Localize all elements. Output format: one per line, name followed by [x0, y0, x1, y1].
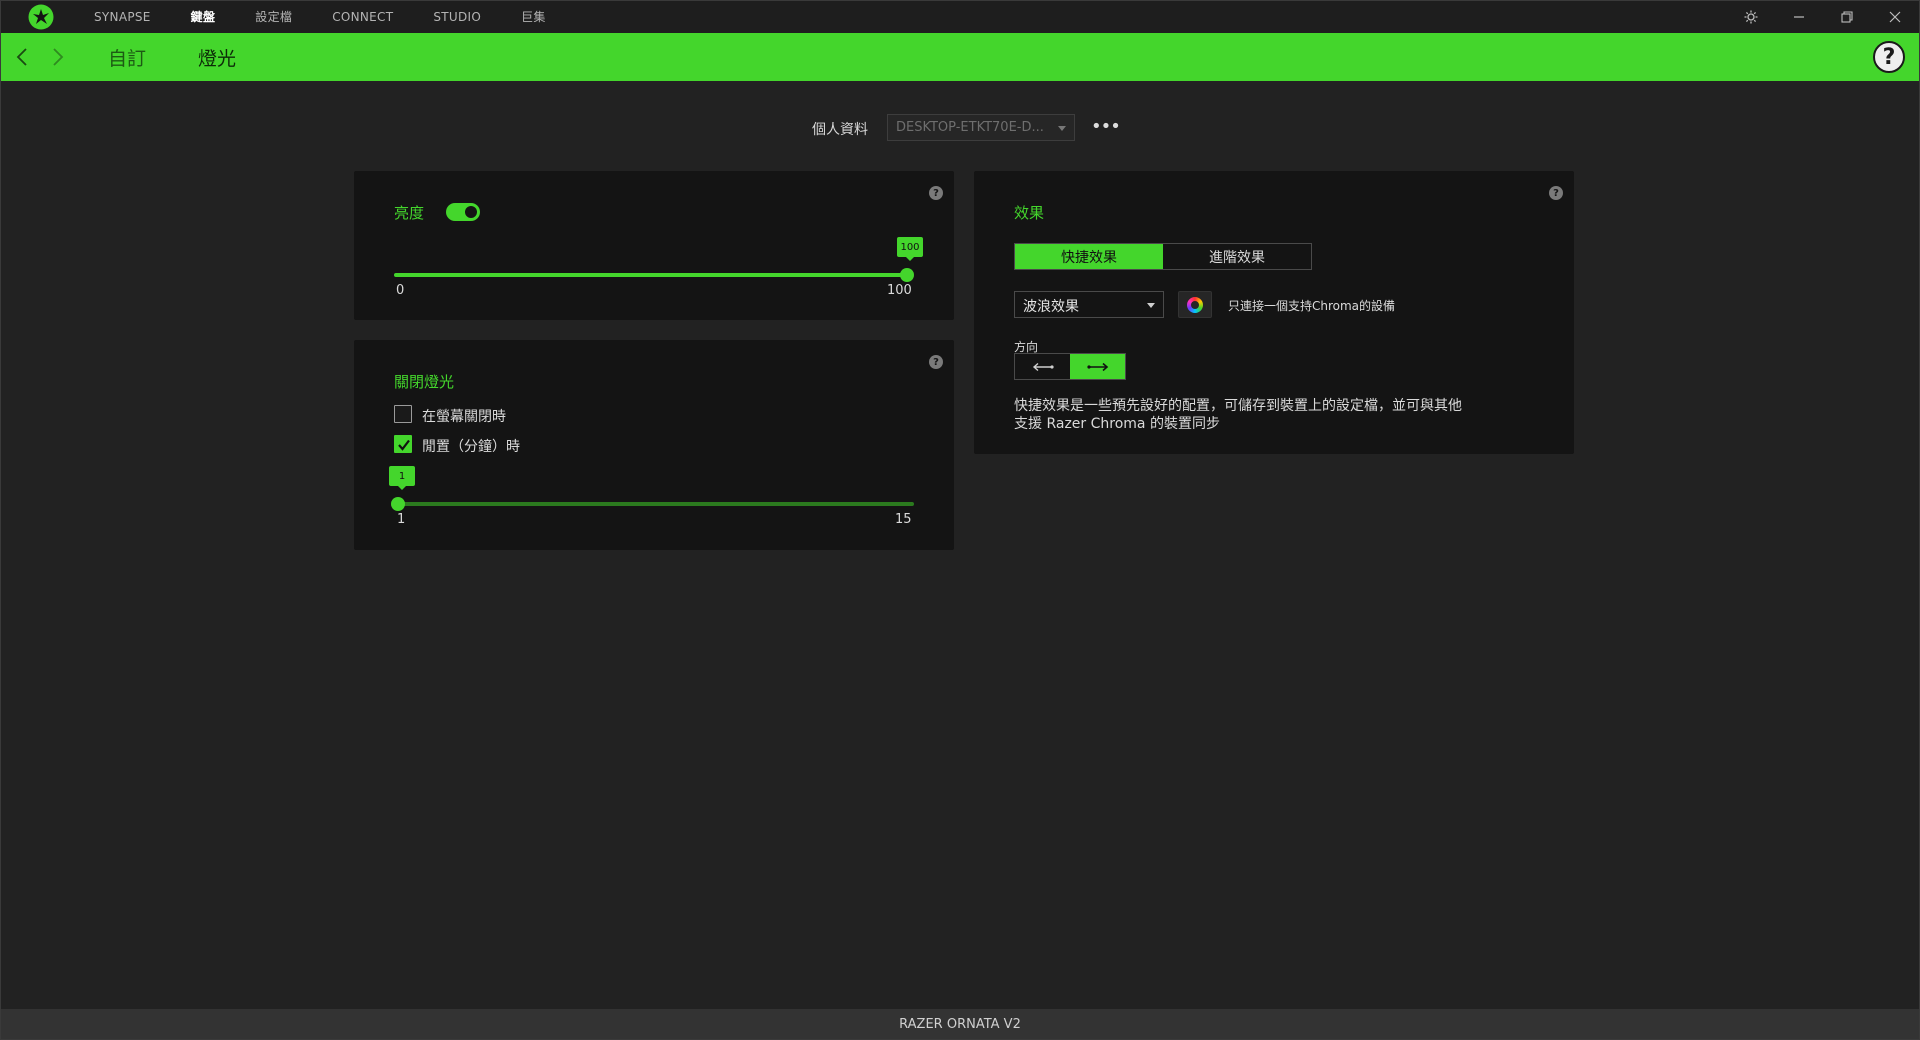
brightness-min-label: 0 [396, 283, 405, 298]
lights-off-panel: ? 關閉燈光 在螢幕關閉時 閒置（分鐘）時 1 1 15 [354, 340, 954, 550]
direction-left-button[interactable] [1015, 354, 1070, 379]
help-icon[interactable]: ? [1549, 186, 1563, 200]
device-name: RAZER ORNATA V2 [899, 1016, 1021, 1032]
back-button[interactable] [4, 33, 40, 81]
effect-type-tabs: 快捷效果 進階效果 [1014, 243, 1312, 270]
profile-value: DESKTOP-ETKT70E-D... [896, 120, 1044, 135]
brightness-panel: ? 亮度 100 0 100 [354, 171, 954, 320]
effects-panel: ? 效果 快捷效果 進階效果 波浪效果 只連接一個支持Chroma的設備 方向 … [974, 171, 1574, 454]
idle-checkbox[interactable] [394, 435, 412, 453]
brightness-toggle[interactable] [446, 203, 480, 221]
device-footer: RAZER ORNATA V2 [1, 1009, 1919, 1039]
help-icon[interactable]: ? [929, 186, 943, 200]
minimize-button[interactable] [1775, 1, 1823, 33]
chevron-left-icon [16, 48, 27, 66]
brightness-max-label: 100 [887, 283, 912, 298]
settings-button[interactable] [1727, 1, 1775, 33]
effects-description: 快捷效果是一些預先設好的配置，可儲存到裝置上的設定檔，並可與其他 支援 Raze… [1014, 398, 1462, 432]
effect-selected-value: 波浪效果 [1023, 299, 1079, 315]
arrow-right-icon [1086, 362, 1108, 371]
tab-connect[interactable]: CONNECT [332, 1, 393, 33]
title-bar: SYNAPSE 鍵盤 設定檔 CONNECT STUDIO 巨集 [1, 1, 1919, 33]
breadcrumb-customize[interactable]: 自訂 [108, 44, 146, 71]
effect-dropdown[interactable]: 波浪效果 [1014, 291, 1164, 318]
effects-title: 效果 [1014, 204, 1045, 222]
screen-off-checkbox[interactable] [394, 405, 412, 423]
idle-slider-thumb[interactable] [391, 497, 405, 511]
restore-button[interactable] [1823, 1, 1871, 33]
tab-synapse[interactable]: SYNAPSE [94, 1, 151, 33]
minimize-icon [1794, 16, 1804, 18]
forward-button[interactable] [40, 33, 76, 81]
brightness-slider-thumb[interactable] [900, 268, 914, 282]
help-icon[interactable]: ? [929, 355, 943, 369]
idle-max-label: 15 [895, 512, 912, 527]
idle-min-label: 1 [397, 512, 406, 527]
idle-label: 閒置（分鐘）時 [422, 439, 520, 455]
profile-row: 個人資料 DESKTOP-ETKT70E-D... ••• [1, 114, 1919, 142]
lights-off-title: 關閉燈光 [394, 373, 455, 391]
checkmark-icon [398, 439, 410, 451]
tab-studio[interactable]: STUDIO [433, 1, 481, 33]
window-controls [1727, 1, 1919, 33]
tab-quick-effects[interactable]: 快捷效果 [1015, 244, 1163, 269]
breadcrumb-lighting[interactable]: 燈光 [198, 44, 236, 71]
close-button[interactable] [1871, 1, 1919, 33]
tab-keyboard[interactable]: 鍵盤 [191, 1, 216, 33]
profile-dropdown[interactable]: DESKTOP-ETKT70E-D... [887, 114, 1075, 141]
tab-macros[interactable]: 巨集 [521, 1, 546, 33]
direction-right-button[interactable] [1070, 354, 1125, 379]
help-button[interactable]: ? [1873, 41, 1905, 73]
chevron-down-icon [1147, 303, 1155, 308]
razer-logo-icon[interactable] [28, 4, 54, 30]
restore-icon [1841, 11, 1853, 23]
brightness-title: 亮度 [394, 204, 425, 222]
idle-value-bubble: 1 [389, 466, 415, 490]
direction-selector [1014, 353, 1126, 380]
chroma-icon [1187, 296, 1203, 313]
page-header: 自訂 燈光 ? [1, 33, 1919, 81]
brightness-value-bubble: 100 [897, 237, 923, 261]
idle-slider-track[interactable] [394, 502, 914, 506]
chroma-note: 只連接一個支持Chroma的設備 [1228, 299, 1396, 313]
more-options-button[interactable]: ••• [1091, 116, 1121, 137]
profile-label: 個人資料 [812, 122, 868, 138]
arrow-left-icon [1032, 362, 1054, 371]
chevron-right-icon [53, 48, 64, 66]
chevron-down-icon [1058, 126, 1066, 131]
chroma-connect-button[interactable] [1178, 291, 1212, 318]
brightness-slider-track[interactable] [394, 273, 910, 277]
tab-profiles[interactable]: 設定檔 [255, 1, 292, 33]
gear-icon [1744, 10, 1758, 24]
close-icon [1889, 11, 1901, 23]
tab-advanced-effects[interactable]: 進階效果 [1163, 244, 1311, 269]
screen-off-label: 在螢幕關閉時 [422, 409, 506, 425]
